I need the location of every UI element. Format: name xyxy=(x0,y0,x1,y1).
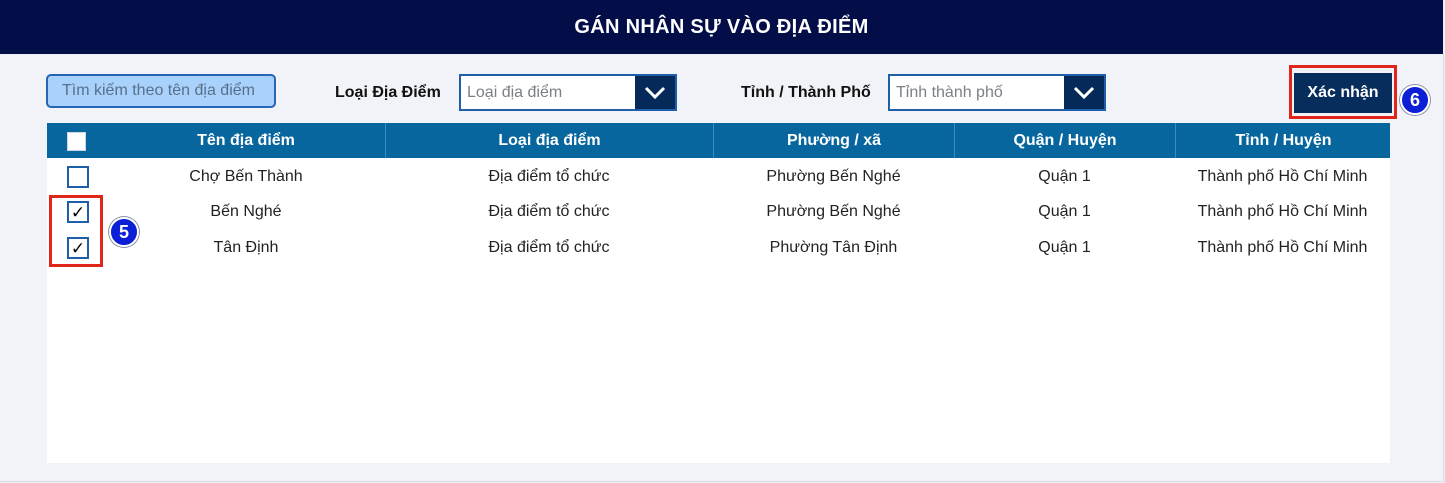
province-select[interactable]: Tỉnh thành phố xyxy=(888,74,1106,111)
table-header: Tên địa điểm Loại địa điểm Phường / xã Q… xyxy=(47,123,1390,158)
page-title: GÁN NHÂN SỰ VÀO ĐỊA ĐIỂM xyxy=(574,15,869,38)
search-input[interactable]: Tìm kiếm theo tên địa điểm xyxy=(46,74,276,108)
select-all-checkbox[interactable] xyxy=(67,132,86,151)
cell-type: Địa điểm tổ chức xyxy=(488,238,610,256)
annotation-badge-6: 6 xyxy=(1400,85,1430,115)
column-header-ward[interactable]: Phường / xã xyxy=(713,123,954,158)
chevron-down-icon xyxy=(1073,86,1095,99)
location-type-select[interactable]: Loại địa điểm xyxy=(459,74,677,111)
cell-ward: Phường Tân Định xyxy=(769,238,898,256)
column-header-district[interactable]: Quận / Huyện xyxy=(954,123,1175,158)
column-header-type[interactable]: Loại địa điểm xyxy=(385,123,713,158)
cell-type: Địa điểm tổ chức xyxy=(488,167,610,185)
cell-name: Tân Định xyxy=(213,238,279,256)
table-row[interactable]: Chợ Bến Thành Địa điểm tổ chức Phường Bế… xyxy=(47,159,1390,194)
cell-district: Quận 1 xyxy=(1038,238,1091,256)
cell-type: Địa điểm tổ chức xyxy=(488,202,610,220)
cell-district: Quận 1 xyxy=(1038,167,1091,185)
locations-table: Tên địa điểm Loại địa điểm Phường / xã Q… xyxy=(47,123,1390,463)
cell-name: Bến Nghé xyxy=(210,202,282,220)
cell-province: Thành phố Hồ Chí Minh xyxy=(1197,167,1368,185)
location-type-value: Loại địa điểm xyxy=(467,83,563,101)
checkbox-highlight-box xyxy=(49,195,103,267)
cell-ward: Phường Bến Nghé xyxy=(766,202,901,220)
annotation-badge-5: 5 xyxy=(109,217,139,247)
table-row[interactable]: ✓ Tân Định Địa điểm tổ chức Phường Tân Đ… xyxy=(47,230,1390,265)
chevron-down-icon xyxy=(644,86,666,99)
cell-province: Thành phố Hồ Chí Minh xyxy=(1197,202,1368,220)
cell-district: Quận 1 xyxy=(1038,202,1091,220)
location-type-label: Loại Địa Điểm xyxy=(335,84,441,101)
table-row[interactable]: ✓ Bến Nghé Địa điểm tổ chức Phường Bến N… xyxy=(47,194,1390,229)
location-type-dropdown-button[interactable] xyxy=(635,76,675,109)
province-value: Tỉnh thành phố xyxy=(896,83,1003,101)
province-label: Tỉnh / Thành Phố xyxy=(741,84,871,101)
confirm-highlight-box xyxy=(1289,65,1397,119)
cell-province: Thành phố Hồ Chí Minh xyxy=(1197,238,1368,256)
cell-ward: Phường Bến Nghé xyxy=(766,167,901,185)
column-header-name[interactable]: Tên địa điểm xyxy=(107,123,385,158)
cell-name: Chợ Bến Thành xyxy=(189,167,303,185)
page-title-bar: GÁN NHÂN SỰ VÀO ĐỊA ĐIỂM xyxy=(0,0,1443,54)
column-header-province[interactable]: Tỉnh / Huyện xyxy=(1175,123,1391,158)
row-checkbox[interactable] xyxy=(67,166,89,188)
search-placeholder: Tìm kiếm theo tên địa điểm xyxy=(62,82,255,99)
province-dropdown-button[interactable] xyxy=(1064,76,1104,109)
